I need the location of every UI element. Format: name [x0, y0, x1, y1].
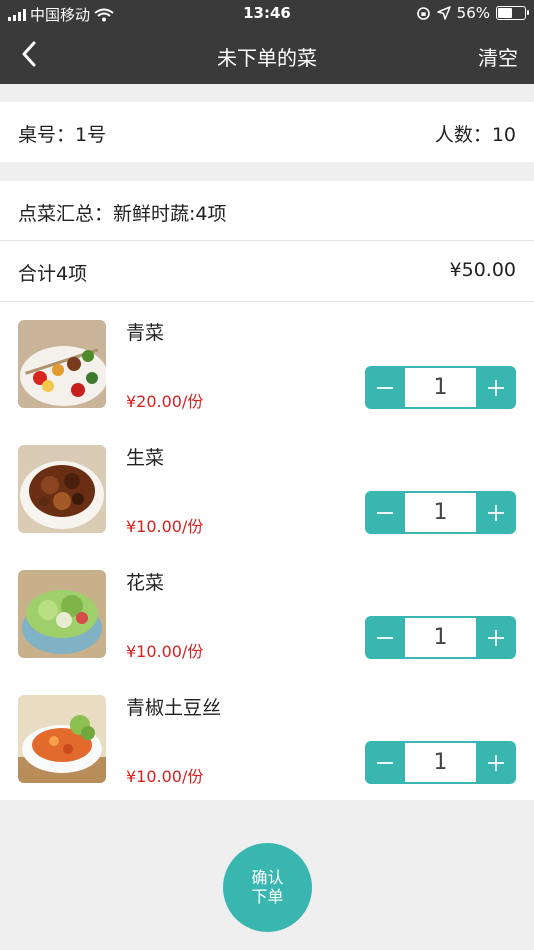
- quantity-input[interactable]: 1: [405, 743, 476, 782]
- dish-item: 青菜 ¥20.00/份 1: [0, 302, 534, 427]
- minus-icon: [377, 636, 393, 639]
- dish-price: ¥20.00/份: [126, 392, 204, 411]
- decrease-button[interactable]: [365, 366, 405, 409]
- dish-image: [18, 445, 106, 533]
- increase-button[interactable]: [476, 366, 516, 409]
- battery-percent: 56%: [456, 4, 490, 22]
- table-info-row: 桌号：1号 人数：10: [0, 102, 534, 162]
- quantity-stepper: 1: [365, 491, 516, 534]
- minus-icon: [377, 761, 393, 764]
- decrease-button[interactable]: [365, 741, 405, 784]
- total-row: 合计4项 ¥50.00: [0, 241, 534, 301]
- plus-icon: [488, 504, 504, 521]
- increase-button[interactable]: [476, 741, 516, 784]
- dish-item: 花菜 ¥10.00/份 1: [0, 552, 534, 677]
- plus-icon: [488, 379, 504, 396]
- status-right: 56%: [416, 4, 529, 22]
- dish-name: 青椒土豆丝: [126, 697, 222, 719]
- dish-name: 花菜: [126, 572, 165, 594]
- dish-item: 青椒土豆丝 ¥10.00/份 1: [0, 677, 534, 802]
- dish-name: 青菜: [126, 322, 165, 344]
- nav-bar: 未下单的菜 清空: [0, 27, 534, 84]
- quantity-input[interactable]: 1: [405, 618, 476, 657]
- total-count: 合计4项: [18, 263, 88, 285]
- quantity-input[interactable]: 1: [405, 368, 476, 407]
- dish-price: ¥10.00/份: [126, 642, 204, 661]
- minus-icon: [377, 386, 393, 389]
- order-summary-text: 点菜汇总：新鲜时蔬:4项: [18, 203, 227, 225]
- decrease-button[interactable]: [365, 616, 405, 659]
- total-price: ¥50.00: [449, 259, 516, 281]
- increase-button[interactable]: [476, 616, 516, 659]
- confirm-label-line1: 确认: [251, 868, 284, 887]
- dish-list: 青菜 ¥20.00/份 1 生菜 ¥10.00/份 1 花菜 ¥10.00/份 …: [0, 302, 534, 800]
- orientation-lock-icon: [416, 6, 430, 20]
- status-bar: 中国移动 13:46 56%: [0, 0, 534, 27]
- minus-icon: [377, 511, 393, 514]
- increase-button[interactable]: [476, 491, 516, 534]
- confirm-label-line2: 下单: [251, 887, 284, 906]
- dish-name: 生菜: [126, 447, 165, 469]
- dish-image: [18, 570, 106, 658]
- clear-button[interactable]: 清空: [478, 42, 518, 71]
- confirm-order-button[interactable]: 确认 下单: [223, 843, 312, 932]
- table-number: 桌号：1号: [18, 124, 107, 146]
- battery-icon: [496, 6, 529, 20]
- plus-icon: [488, 754, 504, 771]
- order-summary-row: 点菜汇总：新鲜时蔬:4项: [0, 181, 534, 240]
- quantity-input[interactable]: 1: [405, 493, 476, 532]
- dish-image: [18, 320, 106, 408]
- quantity-stepper: 1: [365, 616, 516, 659]
- dish-price: ¥10.00/份: [126, 517, 204, 536]
- location-icon: [436, 6, 451, 20]
- quantity-stepper: 1: [365, 366, 516, 409]
- page-title: 未下单的菜: [217, 46, 317, 70]
- people-count: 人数：10: [434, 124, 516, 146]
- quantity-stepper: 1: [365, 741, 516, 784]
- decrease-button[interactable]: [365, 491, 405, 534]
- dish-item: 生菜 ¥10.00/份 1: [0, 427, 534, 552]
- dish-price: ¥10.00/份: [126, 767, 204, 786]
- plus-icon: [488, 629, 504, 646]
- dish-image: [18, 695, 106, 783]
